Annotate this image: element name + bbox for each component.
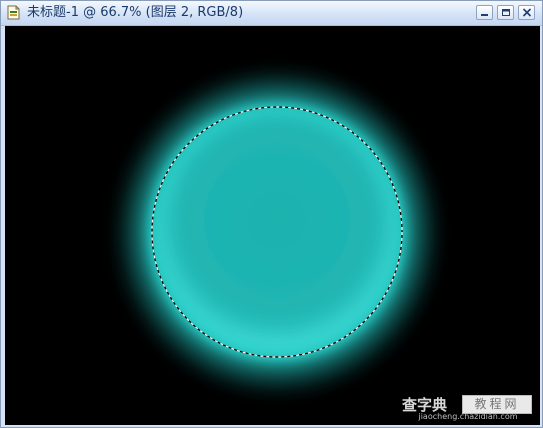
minimize-button[interactable] bbox=[476, 5, 493, 20]
close-icon bbox=[522, 8, 532, 17]
title-bar[interactable]: 未标题-1 @ 66.7% (图层 2, RGB/8) bbox=[1, 1, 542, 26]
watermark-url: jiaocheng.chazidian.com bbox=[418, 412, 518, 421]
close-button[interactable] bbox=[518, 5, 535, 20]
maximize-button[interactable] bbox=[497, 5, 514, 20]
watermark: 查字典 教程网 jiaocheng.chazidian.com bbox=[402, 394, 534, 421]
minimize-icon bbox=[481, 14, 488, 16]
image-canvas[interactable]: 查字典 教程网 jiaocheng.chazidian.com bbox=[5, 26, 540, 425]
window-title: 未标题-1 @ 66.7% (图层 2, RGB/8) bbox=[27, 5, 244, 20]
teal-circle bbox=[159, 114, 395, 350]
document-window: 未标题-1 @ 66.7% (图层 2, RGB/8) 查字典 教程网 jiao… bbox=[0, 0, 543, 428]
photoshop-document-icon bbox=[7, 5, 20, 20]
maximize-icon bbox=[502, 9, 510, 16]
canvas-artwork bbox=[101, 56, 453, 408]
